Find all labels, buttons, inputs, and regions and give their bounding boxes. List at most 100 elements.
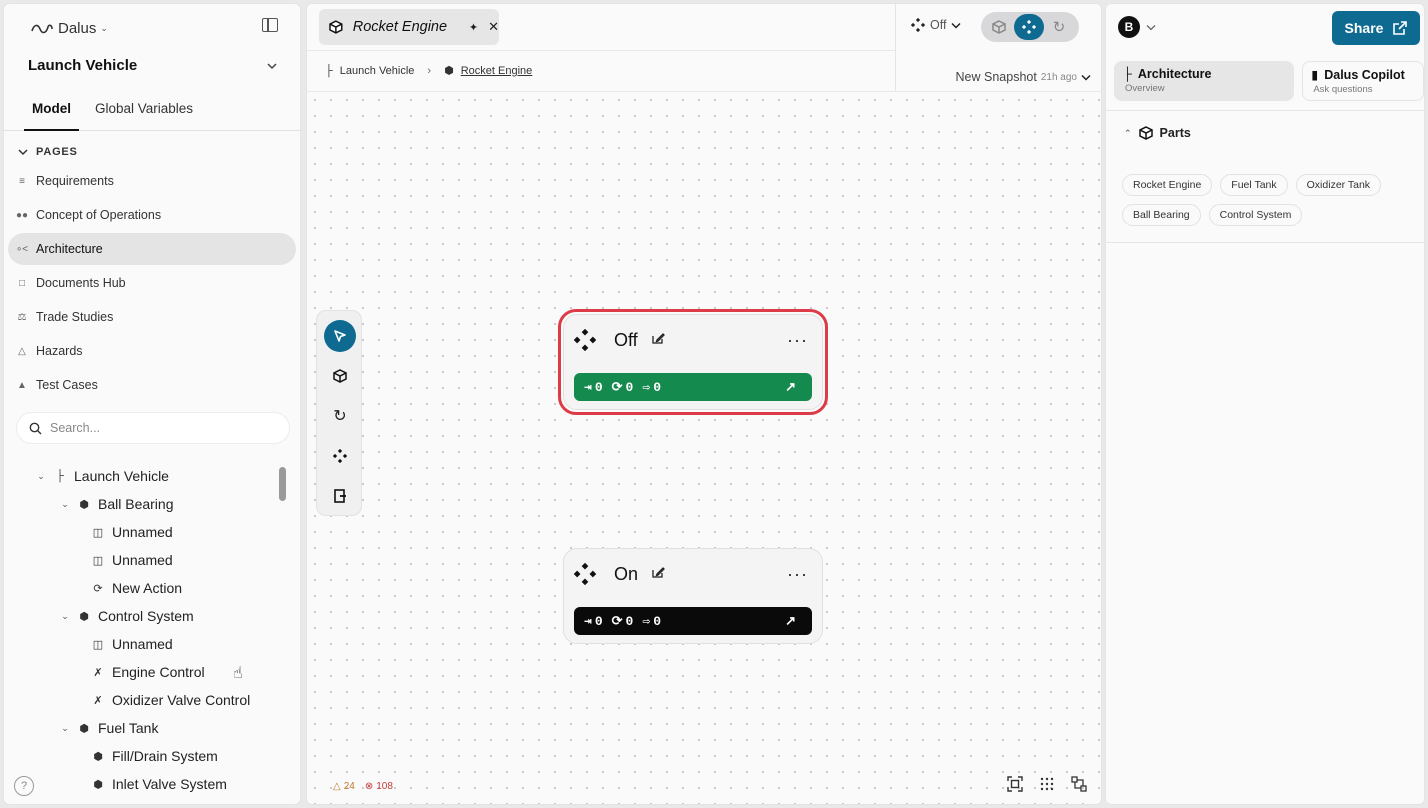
tab-dalus-copilot[interactable]: ▮ Dalus Copilot Ask questions [1302,61,1424,101]
state-dropdown[interactable]: Off [911,18,961,32]
tree-item-unnamed[interactable]: ◫ Unnamed [4,630,300,658]
open-node-icon[interactable]: ↗ [785,379,796,395]
part-chip-fuel-tank[interactable]: Fuel Tank [1220,174,1288,196]
sidebar-item-test-cases[interactable]: ▲ Test Cases [8,369,296,401]
tree-item-label: Unnamed [112,636,173,652]
errors-indicator[interactable]: ⊗ 108 [365,781,393,792]
part-chip-rocket-engine[interactable]: Rocket Engine [1122,174,1213,196]
tree-item-label: Engine Control [112,664,205,680]
editor-tab[interactable]: Rocket Engine ✦ ✕ [319,9,499,45]
tree-item-ball-bearing[interactable]: ⌄ ⬢ Ball Bearing [4,490,300,518]
collapse-sidebar-icon[interactable] [262,18,278,32]
warning-icon: △ [333,780,341,792]
part-chip-control-system[interactable]: Control System [1208,204,1303,226]
tree-scrollbar[interactable] [279,467,286,501]
breadcrumb-current[interactable]: Rocket Engine [461,65,533,77]
chevron-down-icon[interactable]: ⌄ [60,611,70,622]
chevron-down-icon [1081,74,1091,81]
state-node-on[interactable]: On ··· ⇥ 0 ⟳ 0 ⇨ 0 ↗ [563,548,823,644]
chevron-down-icon[interactable]: ⌄ [60,499,70,510]
breadcrumb-item[interactable]: Launch Vehicle [340,65,415,77]
tab-global-variables[interactable]: Global Variables [87,97,201,131]
chevron-down-icon[interactable]: ⌄ [36,471,46,482]
state-view-button[interactable] [1014,14,1044,40]
node-header: Off ··· [574,329,808,351]
edit-icon[interactable] [652,565,665,583]
search-input[interactable] [50,421,250,435]
users-icon: ●● [15,209,29,221]
state-node-off[interactable]: Off ··· ⇥ 0 ⟳ 0 ⇨ 0 ↗ [563,314,823,410]
snapshot-selector[interactable]: New Snapshot 21h ago [956,70,1091,84]
diagram-canvas[interactable] [307,92,1101,804]
chevron-right-icon: › [427,64,432,77]
sidebar-item-hazards[interactable]: △ Hazards [8,335,296,367]
node-stats-bar: ⇥ 0 ⟳ 0 ⇨ 0 ↗ [574,607,812,635]
tree-item-label: Unnamed [112,524,173,540]
add-part-button[interactable] [324,360,356,392]
tree-item-label: Inlet Valve System [112,776,227,792]
tab-model[interactable]: Model [24,97,79,131]
output-count: 0 [653,379,661,395]
cube-icon [992,20,1006,34]
user-menu[interactable]: B [1118,16,1156,38]
tree-item-engine-control[interactable]: ✗ Engine Control [4,658,300,686]
part-chip-ball-bearing[interactable]: Ball Bearing [1122,204,1201,226]
more-options-icon[interactable]: ··· [787,330,808,351]
tree-item-label: Oxidizer Valve Control [112,692,251,708]
app-logo-menu[interactable]: Dalus ⌄ [30,20,108,37]
chevron-down-icon[interactable]: ⌄ [60,723,70,734]
breadcrumb: ├ Launch Vehicle › ⬢ Rocket Engine [325,64,533,78]
add-action-button[interactable]: ↻ [324,400,356,432]
add-port-button[interactable] [324,480,356,512]
parts-section-toggle[interactable]: ⌃ Parts [1124,126,1191,140]
open-node-icon[interactable]: ↗ [785,613,796,629]
more-options-icon[interactable]: ··· [787,564,808,585]
tab-title: Architecture [1137,67,1212,81]
state-dropdown-value: Off [930,18,947,32]
fit-view-icon[interactable] [1007,776,1023,795]
project-selector[interactable]: Launch Vehicle [28,57,278,74]
sidebar-item-requirements[interactable]: ≡ Requirements [8,165,296,197]
help-button[interactable]: ? [14,776,34,796]
tree-item-label: Ball Bearing [98,496,174,512]
tab-subtitle: Overview [1125,83,1165,94]
cube-view-button[interactable] [984,14,1014,40]
tree-item-oxidizer-valve-control[interactable]: ✗ Oxidizer Valve Control [4,686,300,714]
part-chip-oxidizer-tank[interactable]: Oxidizer Tank [1295,174,1382,196]
tree-item-fuel-tank[interactable]: ⌄ ⬢ Fuel Tank [4,714,300,742]
tab-architecture[interactable]: ├ Architecture Overview [1114,61,1295,101]
sidebar-item-architecture[interactable]: ∘< Architecture [8,233,296,265]
tab-title-row: ▮ Dalus Copilot [1311,67,1415,83]
auto-layout-icon[interactable] [1071,776,1087,795]
close-icon[interactable]: ✕ [488,19,499,35]
sidebar-item-trade-studies[interactable]: ⚖ Trade Studies [8,301,296,333]
add-state-button[interactable] [324,440,356,472]
warnings-indicator[interactable]: △ 24 [333,781,355,792]
pages-section-toggle[interactable]: PAGES [18,146,78,158]
share-button[interactable]: Share [1332,11,1420,45]
pin-icon[interactable]: ✦ [469,21,478,34]
chevron-down-icon [951,22,961,29]
tree-item-inlet-valve-system[interactable]: ⬢ Inlet Valve System [4,770,300,798]
cube-icon: ⬢ [93,778,103,791]
tree-item-fill-drain-system[interactable]: ⬢ Fill/Drain System [4,742,300,770]
architecture-icon: ∘< [15,243,29,255]
select-tool-button[interactable] [324,320,356,352]
sidebar-item-concept-of-operations[interactable]: ●● Concept of Operations [8,199,296,231]
divider [1106,242,1424,243]
edit-icon[interactable] [652,331,665,349]
editor-topbar: Rocket Engine ✦ ✕ ├ Launch Vehicle › ⬢ R… [307,4,1101,92]
sidebar-item-documents-hub[interactable]: □ Documents Hub [8,267,296,299]
editor-tab-title: Rocket Engine [352,19,448,35]
tree-item-control-system[interactable]: ⌄ ⬢ Control System [4,602,300,630]
snapshot-time: 21h ago [1040,71,1077,83]
tree-item-unnamed[interactable]: ◫ Unnamed [4,518,300,546]
tree-item-new-action[interactable]: ⟳ New Action [4,574,300,602]
tree-item-unnamed[interactable]: ◫ Unnamed [4,546,300,574]
editor-panel: Rocket Engine ✦ ✕ ├ Launch Vehicle › ⬢ R… [306,3,1102,805]
action-view-button[interactable]: ↻ [1044,14,1074,40]
tree-item-launch-vehicle[interactable]: ⌄ ├ Launch Vehicle [4,462,300,490]
grid-icon[interactable] [1039,776,1055,795]
chevron-down-icon [267,62,277,69]
tab-title-row: ├ Architecture [1123,67,1285,81]
